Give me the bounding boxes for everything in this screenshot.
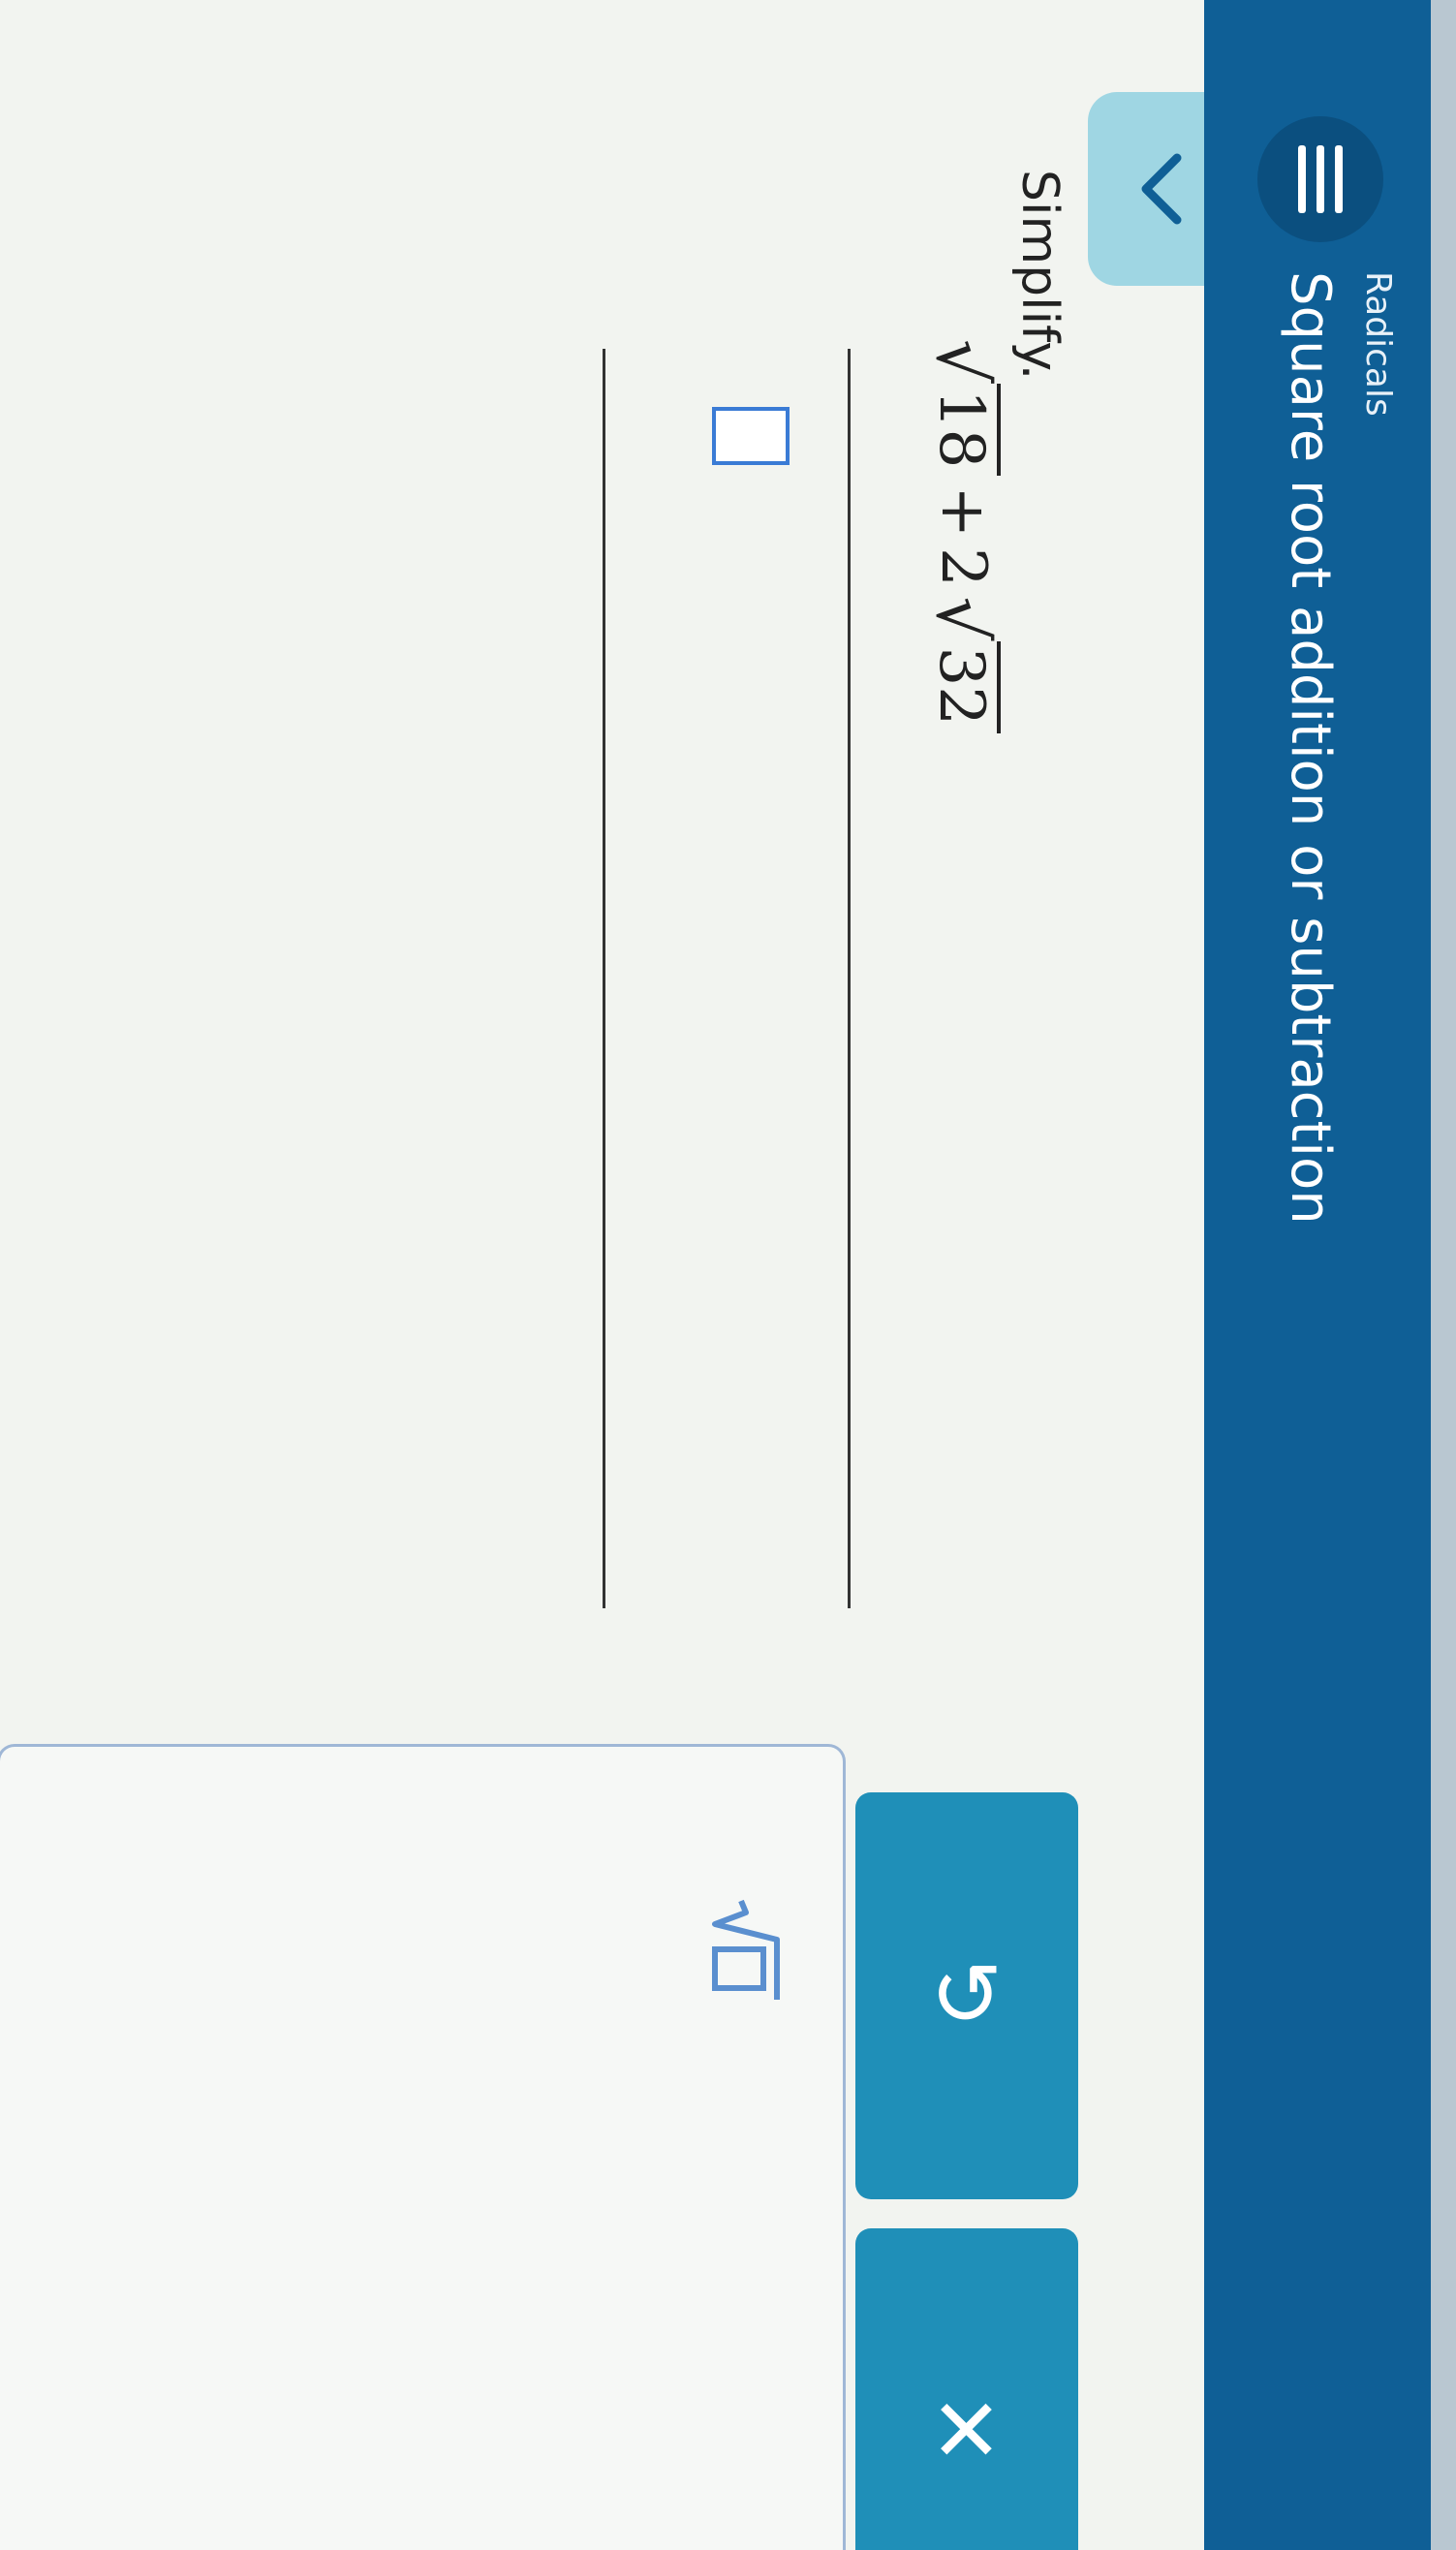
coefficient: 2	[926, 546, 999, 587]
collapse-tab[interactable]	[1088, 92, 1204, 286]
app-canvas: Radicals Square root addition or subtrac…	[0, 0, 1456, 2550]
radical-sign: √	[920, 339, 1003, 384]
header-top-strip	[1431, 0, 1456, 2550]
topic-label: Radicals	[1358, 271, 1398, 417]
menu-button[interactable]	[1257, 116, 1383, 242]
radicand-1: 18	[925, 383, 1001, 477]
page-title: Square root addition or subtraction	[1279, 271, 1342, 1225]
answer-area	[603, 349, 851, 1608]
header-bar: Radicals Square root addition or subtrac…	[1204, 0, 1456, 2550]
menu-icon-bar	[1317, 145, 1324, 213]
answer-input[interactable]	[712, 407, 790, 465]
question-prompt: Simplify.	[1010, 170, 1069, 381]
undo-button[interactable]: ↺	[855, 1792, 1078, 2199]
screen: Radicals Square root addition or subtrac…	[0, 0, 1456, 2550]
sqrt-term-1: √ 18	[920, 339, 1003, 477]
sqrt-term-2: √ 32	[920, 596, 1003, 733]
menu-icon-bar	[1335, 145, 1343, 213]
sqrt-key[interactable]	[697, 1892, 794, 2008]
menu-icon-bar	[1298, 145, 1306, 213]
math-expression: √ 18 + 2 √ 32	[920, 339, 1003, 733]
undo-icon: ↺	[930, 1944, 1004, 2047]
sqrt-template-icon	[712, 1899, 780, 2000]
operator: +	[926, 485, 999, 538]
radicand-2: 32	[925, 640, 1001, 733]
chevron-down-icon	[1141, 153, 1182, 225]
math-keypad	[0, 1744, 846, 2550]
clear-button[interactable]: ✕	[855, 2228, 1078, 2550]
close-icon: ✕	[930, 2380, 1004, 2483]
radical-sign: √	[920, 596, 1003, 641]
